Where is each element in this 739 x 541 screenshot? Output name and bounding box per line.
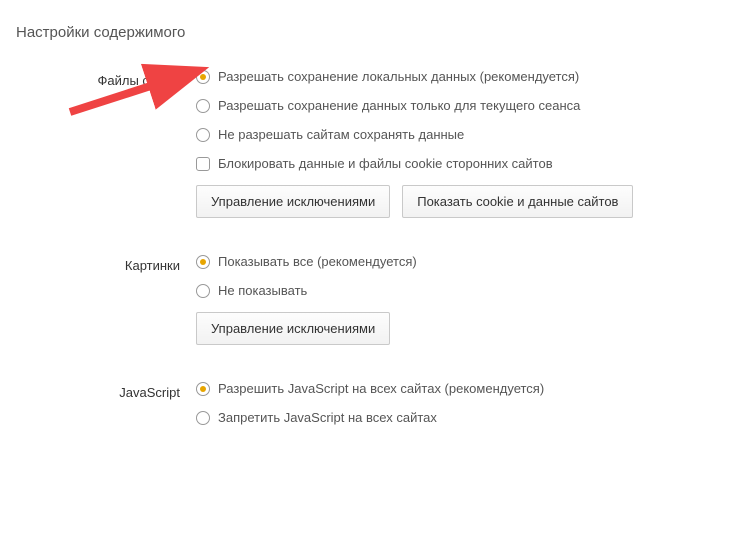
js-option-allow[interactable]: Разрешить JavaScript на всех сайтах (рек… [196,381,739,396]
radio-icon[interactable] [196,128,210,142]
images-option-hide[interactable]: Не показывать [196,283,739,298]
section-javascript: JavaScript Разрешить JavaScript на всех … [16,381,739,439]
section-body-javascript: Разрешить JavaScript на всех сайтах (рек… [196,381,739,439]
section-body-cookies: Разрешать сохранение локальных данных (р… [196,69,739,218]
radio-icon[interactable] [196,284,210,298]
radio-icon[interactable] [196,382,210,396]
cookie-buttons: Управление исключениями Показать cookie … [196,185,739,218]
section-label-images: Картинки [16,254,196,345]
js-option-block-label: Запретить JavaScript на всех сайтах [218,410,437,425]
radio-icon[interactable] [196,70,210,84]
cookie-block-third-party-label: Блокировать данные и файлы cookie сторон… [218,156,553,171]
js-option-allow-label: Разрешить JavaScript на всех сайтах (рек… [218,381,544,396]
radio-icon[interactable] [196,411,210,425]
cookie-option-block-label: Не разрешать сайтам сохранять данные [218,127,464,142]
section-label-cookies: Файлы cookie [16,69,196,218]
images-option-hide-label: Не показывать [218,283,307,298]
checkbox-icon[interactable] [196,157,210,171]
cookie-option-block[interactable]: Не разрешать сайтам сохранять данные [196,127,739,142]
page-title: Настройки содержимого [16,24,739,41]
cookie-option-session[interactable]: Разрешать сохранение данных только для т… [196,98,739,113]
section-body-images: Показывать все (рекомендуется) Не показы… [196,254,739,345]
cookie-option-allow[interactable]: Разрешать сохранение локальных данных (р… [196,69,739,84]
section-cookies: Файлы cookie Разрешать сохранение локаль… [16,69,739,218]
radio-icon[interactable] [196,99,210,113]
cookie-block-third-party[interactable]: Блокировать данные и файлы cookie сторон… [196,156,739,171]
cookie-option-session-label: Разрешать сохранение данных только для т… [218,98,580,113]
js-option-block[interactable]: Запретить JavaScript на всех сайтах [196,410,739,425]
show-cookies-button[interactable]: Показать cookie и данные сайтов [402,185,633,218]
cookie-option-allow-label: Разрешать сохранение локальных данных (р… [218,69,579,84]
manage-exceptions-button[interactable]: Управление исключениями [196,312,390,345]
section-label-javascript: JavaScript [16,381,196,439]
images-buttons: Управление исключениями [196,312,739,345]
radio-icon[interactable] [196,255,210,269]
section-images: Картинки Показывать все (рекомендуется) … [16,254,739,345]
images-option-show-all-label: Показывать все (рекомендуется) [218,254,417,269]
manage-exceptions-button[interactable]: Управление исключениями [196,185,390,218]
images-option-show-all[interactable]: Показывать все (рекомендуется) [196,254,739,269]
